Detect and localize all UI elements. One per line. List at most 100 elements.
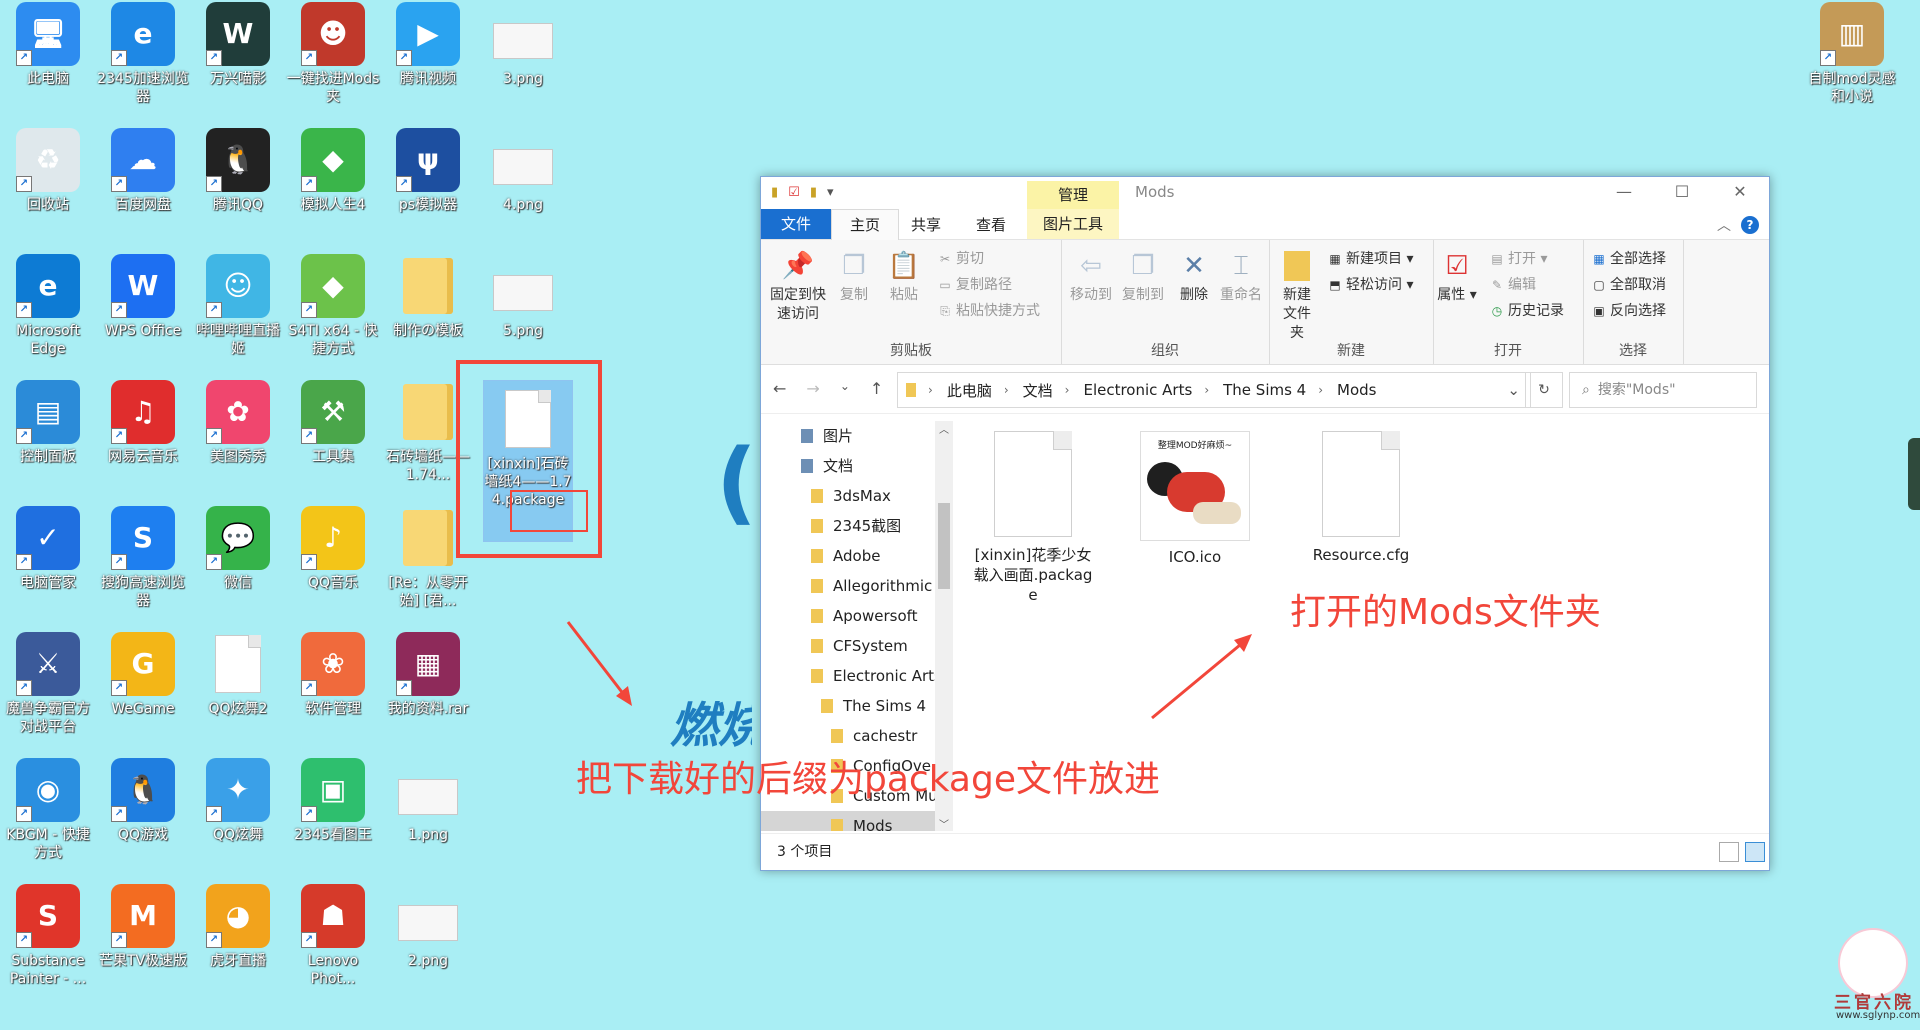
- nav-item[interactable]: Allegorithmic: [761, 571, 953, 601]
- open-button[interactable]: ▤ 打开 ▾: [1489, 248, 1547, 268]
- maximize-button[interactable]: ☐: [1653, 177, 1711, 209]
- desktop-icon-wechat[interactable]: 💬 ↗ 微信: [190, 506, 286, 592]
- desktop-icon-plumbob[interactable]: ◆ ↗ S4TI x64 - 快捷方式: [285, 254, 381, 358]
- file-item-package[interactable]: [xinxin]花季少女载入画面.package: [963, 431, 1103, 605]
- nav-item[interactable]: Adobe: [761, 541, 953, 571]
- nav-item[interactable]: The Sims 4: [761, 691, 953, 721]
- desktop-icon-image-file[interactable]: 5.png: [475, 254, 571, 340]
- desktop-icon-image-file[interactable]: 1.png: [380, 758, 476, 844]
- nav-item[interactable]: 2345截图: [761, 511, 953, 541]
- nav-item[interactable]: cachestr: [761, 721, 953, 751]
- details-view-icon[interactable]: [1719, 842, 1739, 862]
- nav-item[interactable]: 文档: [761, 451, 953, 481]
- breadcrumb-separator-icon[interactable]: ›: [1004, 383, 1009, 397]
- nav-item[interactable]: 3dsMax: [761, 481, 953, 511]
- desktop-icon-computer[interactable]: 🖥 ↗ 此电脑: [0, 2, 96, 88]
- desktop-icon-image-file[interactable]: 3.png: [475, 2, 571, 88]
- scroll-up-icon[interactable]: ︿: [935, 421, 953, 436]
- file-item-ico[interactable]: 整理MOD好麻烦~ ICO.ico: [1125, 431, 1265, 567]
- close-button[interactable]: ✕: [1711, 177, 1769, 209]
- tab-file[interactable]: 文件: [761, 209, 831, 239]
- desktop-icon-flower[interactable]: ❀ ↗ 软件管理: [285, 632, 381, 718]
- desktop-icon-character[interactable]: ☻ ↗ 一键找进Mods夹: [285, 2, 381, 106]
- breadcrumb-separator-icon[interactable]: ›: [928, 383, 933, 397]
- desktop-icon-qq-penguin[interactable]: 🐧 ↗ 腾讯QQ: [190, 128, 286, 214]
- desktop-icon-ps[interactable]: ψ ↗ ps模拟器: [380, 128, 476, 214]
- collapse-ribbon-icon[interactable]: ︿: [1717, 215, 1731, 235]
- rename-button[interactable]: ⌶ 重命名: [1217, 248, 1265, 305]
- desktop-icon-filmora[interactable]: W ↗ 万兴喵影: [190, 2, 286, 88]
- desktop-icon-wps[interactable]: W ↗ WPS Office: [95, 254, 191, 340]
- desktop-icon-winrar[interactable]: ▦ ↗ 我的资料.rar: [380, 632, 476, 718]
- properties-button[interactable]: ☑ 属性 ▾: [1437, 248, 1477, 305]
- cut-button[interactable]: ✂ 剪切: [937, 248, 984, 268]
- nav-item[interactable]: CFSystem: [761, 631, 953, 661]
- desktop-icon-cloud[interactable]: ☁ ↗ 百度网盘: [95, 128, 191, 214]
- copy-button[interactable]: ❐ 复制: [831, 248, 877, 305]
- properties-check-icon[interactable]: ☑: [788, 185, 800, 200]
- desktop-icon-book[interactable]: ▥ ↗ 自制mod灵感和小说: [1804, 2, 1900, 106]
- select-all-button[interactable]: ▦ 全部选择: [1591, 248, 1666, 268]
- scroll-down-icon[interactable]: ﹀: [935, 816, 953, 831]
- new-folder-button[interactable]: 新建文件夹: [1273, 248, 1321, 343]
- paste-shortcut-button[interactable]: ⎘ 粘贴快捷方式: [937, 300, 1040, 320]
- breadcrumb-item[interactable]: Electronic Arts: [1083, 381, 1192, 399]
- minimize-button[interactable]: —: [1595, 177, 1653, 209]
- tab-share[interactable]: 共享: [911, 214, 941, 235]
- desktop-icon-huya[interactable]: ◕ ↗ 虎牙直播: [190, 884, 286, 970]
- move-to-button[interactable]: ⇦ 移动到: [1065, 248, 1117, 305]
- breadcrumb-separator-icon[interactable]: ›: [1065, 383, 1070, 397]
- desktop-icon-bilibili[interactable]: ☺ ↗ 哔哩哔哩直播姬: [190, 254, 286, 358]
- up-arrow-icon[interactable]: ↑: [870, 379, 883, 398]
- desktop-icon-file[interactable]: QQ炫舞2: [190, 632, 286, 718]
- side-widget-tab[interactable]: [1908, 438, 1920, 510]
- desktop-icon-recycle-bin[interactable]: ♻ ↗ 回收站: [0, 128, 96, 214]
- copy-path-button[interactable]: ▭ 复制路径: [937, 274, 1012, 294]
- folder-icon[interactable]: ▮: [771, 185, 778, 200]
- desktop-icon-folder[interactable]: 制作の模板: [380, 254, 476, 340]
- pin-quick-access-button[interactable]: 📌 固定到快速访问: [767, 248, 829, 324]
- desktop-icon-control-panel[interactable]: ▤ ↗ 控制面板: [0, 380, 96, 466]
- nav-item[interactable]: 图片: [761, 421, 953, 451]
- desktop-icon-image-file[interactable]: 2.png: [380, 884, 476, 970]
- desktop-icon-shield[interactable]: ✓ ↗ 电脑管家: [0, 506, 96, 592]
- desktop-icon-picture-viewer[interactable]: ▣ ↗ 2345看图王: [285, 758, 381, 844]
- paste-button[interactable]: 📋 粘贴: [881, 248, 927, 305]
- desktop-icon-wegame[interactable]: G ↗ WeGame: [95, 632, 191, 718]
- desktop-icon-warcraft[interactable]: ⚔ ↗ 魔兽争霸官方对战平台: [0, 632, 96, 736]
- recent-locations-icon[interactable]: ⌄: [840, 379, 850, 398]
- new-folder-icon[interactable]: ▮: [810, 185, 817, 200]
- copy-to-button[interactable]: ❐ 复制到: [1117, 248, 1169, 305]
- address-bar[interactable]: › 此电脑 › 文档 › Electronic Arts › The Sims 4 › Mods …: [897, 372, 1531, 408]
- chevron-down-icon[interactable]: ▾: [827, 185, 834, 200]
- tab-picture-tools[interactable]: 图片工具: [1027, 209, 1119, 239]
- desktop-icon-plumbob[interactable]: ◆ ↗ 模拟人生4: [285, 128, 381, 214]
- scrollbar-thumb[interactable]: [938, 503, 950, 589]
- desktop-icon-meitu[interactable]: ✿ ↗ 美图秀秀: [190, 380, 286, 466]
- address-dropdown-icon[interactable]: ⌄: [1507, 381, 1520, 399]
- desktop-icon-kbgm[interactable]: ◉ ↗ KBGM - 快捷方式: [0, 758, 96, 862]
- desktop-icon-lenovo-photo[interactable]: ☗ ↗ Lenovo Phot...: [285, 884, 381, 988]
- search-input[interactable]: ⌕ 搜索"Mods": [1569, 372, 1757, 408]
- new-item-button[interactable]: ▦ 新建项目 ▾: [1327, 248, 1413, 268]
- desktop-icon-play[interactable]: ▶ ↗ 腾讯视频: [380, 2, 476, 88]
- desktop-icon-qq-music[interactable]: ♪ ↗ QQ音乐: [285, 506, 381, 592]
- breadcrumb-item[interactable]: 文档: [1023, 380, 1053, 401]
- breadcrumb-item[interactable]: 此电脑: [947, 380, 992, 401]
- desktop-icon-browser-e[interactable]: e ↗ 2345加速浏览器: [95, 2, 191, 106]
- select-none-button[interactable]: ▢ 全部取消: [1591, 274, 1666, 294]
- help-icon[interactable]: ?: [1741, 216, 1759, 234]
- desktop-icon-qq-game[interactable]: 🐧 ↗ QQ游戏: [95, 758, 191, 844]
- back-arrow-icon[interactable]: ←: [773, 379, 786, 398]
- breadcrumb-separator-icon[interactable]: ›: [1318, 383, 1323, 397]
- breadcrumb-item[interactable]: Mods: [1337, 381, 1376, 399]
- desktop-icon-mango-tv[interactable]: M ↗ 芒果TV极速版: [95, 884, 191, 970]
- desktop-icon-substance[interactable]: S ↗ Substance Painter - ...: [0, 884, 96, 988]
- nav-item[interactable]: Apowersoft: [761, 601, 953, 631]
- refresh-button[interactable]: ↻: [1525, 372, 1563, 408]
- desktop-icon-music[interactable]: ♫ ↗ 网易云音乐: [95, 380, 191, 466]
- tab-home[interactable]: 主页: [831, 209, 899, 240]
- desktop-icon-qq-dance[interactable]: ✦ ↗ QQ炫舞: [190, 758, 286, 844]
- breadcrumb-separator-icon[interactable]: ›: [1204, 383, 1209, 397]
- breadcrumb-item[interactable]: The Sims 4: [1223, 381, 1306, 399]
